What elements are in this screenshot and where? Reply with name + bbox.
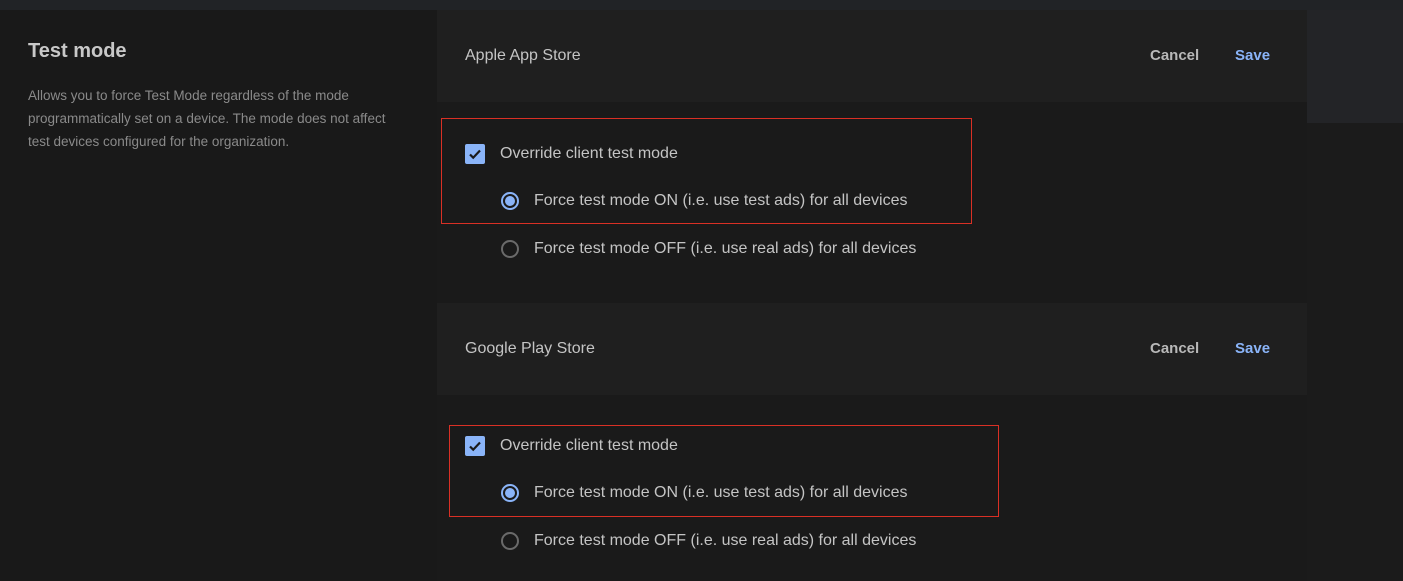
radio-test-on[interactable]: Force test mode ON (i.e. use test ads) f…: [501, 484, 907, 502]
radio-selected-icon: [501, 484, 519, 502]
radio-label: Force test mode OFF (i.e. use real ads) …: [534, 532, 917, 549]
radio-unselected-icon: [501, 240, 519, 258]
radio-test-on[interactable]: Force test mode ON (i.e. use test ads) f…: [501, 192, 907, 210]
radio-unselected-icon: [501, 532, 519, 550]
override-checkbox[interactable]: Override client test mode: [465, 436, 678, 456]
top-bar: [0, 0, 1403, 10]
radio-label: Force test mode ON (i.e. use test ads) f…: [534, 484, 908, 501]
apple-store-header: Apple App Store Cancel Save: [437, 10, 1307, 102]
radio-label: Force test mode ON (i.e. use test ads) f…: [534, 192, 908, 209]
right-panel: [1307, 10, 1403, 123]
save-button[interactable]: Save: [1235, 47, 1270, 64]
cancel-button[interactable]: Cancel: [1150, 340, 1199, 357]
checkbox-label: Override client test mode: [500, 145, 678, 162]
store-title: Apple App Store: [465, 47, 581, 64]
section-title: Test mode: [28, 40, 127, 62]
save-button[interactable]: Save: [1235, 340, 1270, 357]
radio-test-off[interactable]: Force test mode OFF (i.e. use real ads) …: [501, 240, 916, 258]
store-settings: Apple App Store Cancel Save Override cli…: [437, 10, 1307, 581]
cancel-button[interactable]: Cancel: [1150, 47, 1199, 64]
section-info: Test mode Allows you to force Test Mode …: [0, 10, 437, 581]
store-title: Google Play Store: [465, 340, 595, 357]
radio-test-off[interactable]: Force test mode OFF (i.e. use real ads) …: [501, 532, 916, 550]
section-description: Allows you to force Test Mode regardless…: [28, 88, 386, 149]
override-checkbox[interactable]: Override client test mode: [465, 144, 678, 164]
checkbox-checked-icon: [465, 144, 485, 164]
checkbox-label: Override client test mode: [500, 437, 678, 454]
radio-selected-icon: [501, 192, 519, 210]
google-store-header: Google Play Store Cancel Save: [437, 303, 1307, 395]
checkbox-checked-icon: [465, 436, 485, 456]
radio-label: Force test mode OFF (i.e. use real ads) …: [534, 240, 917, 257]
